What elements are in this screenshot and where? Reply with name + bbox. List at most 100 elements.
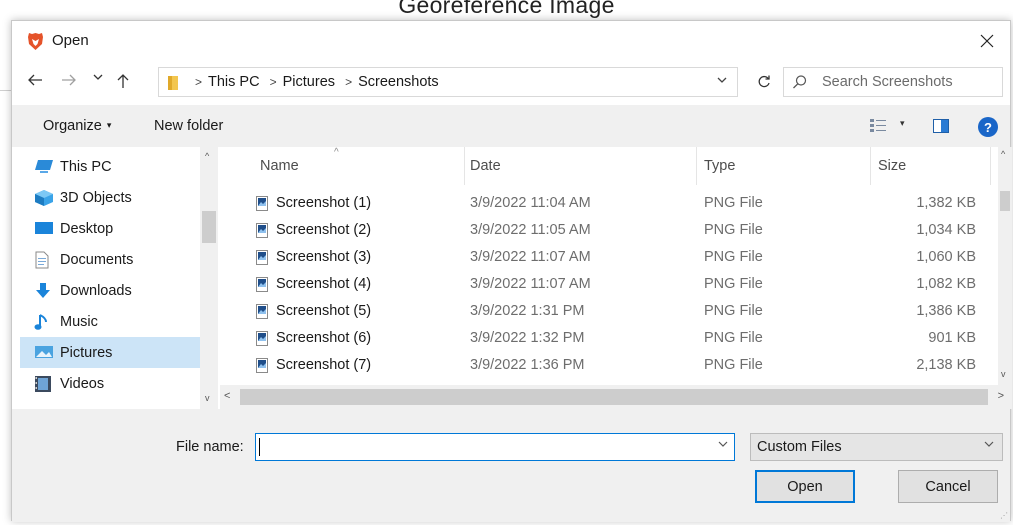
scroll-down-icon[interactable]: v — [1001, 369, 1006, 379]
help-button[interactable]: ? — [978, 117, 998, 137]
content-area: This PC 3D Objects Desktop Documents Dow… — [12, 147, 1012, 409]
breadcrumb-pictures[interactable]: Pictures — [283, 74, 335, 90]
preview-pane-button[interactable] — [933, 119, 949, 136]
breadcrumb-separator-icon: > — [269, 75, 277, 89]
scroll-right-icon[interactable]: > — [998, 390, 1004, 402]
background-page-title: Georeference Image — [398, 0, 615, 18]
file-type: PNG File — [704, 276, 763, 292]
navigation-pane-scrollbar[interactable]: ^ v — [200, 147, 218, 409]
nav-item-desktop[interactable]: Desktop — [20, 213, 200, 244]
scroll-up-icon[interactable]: ^ — [205, 151, 209, 161]
forward-button[interactable] — [58, 73, 80, 87]
nav-item-videos[interactable]: Videos — [20, 368, 200, 399]
scroll-up-icon[interactable]: ^ — [1001, 149, 1005, 159]
brave-lion-icon — [27, 32, 44, 51]
column-header-type[interactable]: Type — [704, 147, 735, 185]
cancel-button[interactable]: Cancel — [898, 470, 998, 503]
column-separator[interactable] — [870, 147, 871, 185]
png-file-icon — [256, 277, 268, 295]
scroll-thumb[interactable] — [1000, 191, 1010, 211]
scroll-thumb[interactable] — [240, 389, 988, 405]
breadcrumb-this-pc[interactable]: This PC — [208, 74, 260, 90]
file-type-select[interactable]: Custom Files — [750, 433, 1003, 461]
nav-item-3d-objects[interactable]: 3D Objects — [20, 182, 200, 213]
file-name-input[interactable] — [255, 433, 735, 461]
nav-label: Videos — [60, 375, 105, 392]
organize-button[interactable]: Organize ▾ — [43, 118, 111, 134]
file-date: 3/9/2022 1:36 PM — [470, 357, 585, 373]
scroll-left-icon[interactable]: < — [224, 390, 230, 402]
file-date: 3/9/2022 11:04 AM — [470, 195, 591, 211]
file-name: Screenshot (6) — [276, 330, 372, 346]
breadcrumb-screenshots[interactable]: Screenshots — [358, 74, 439, 90]
file-date: 3/9/2022 1:31 PM — [470, 303, 585, 319]
refresh-icon — [758, 75, 770, 88]
open-button[interactable]: Open — [755, 470, 855, 503]
documents-icon — [34, 251, 50, 272]
search-input[interactable]: Search Screenshots — [783, 67, 1003, 97]
view-dropdown-icon[interactable]: ▾ — [900, 118, 905, 129]
file-list-horizontal-scrollbar[interactable]: < > — [220, 385, 1012, 409]
videos-icon — [34, 375, 52, 396]
address-bar[interactable]: > This PC > Pictures > Screenshots — [158, 67, 738, 97]
back-button[interactable] — [24, 73, 46, 87]
recent-locations-button[interactable] — [90, 73, 106, 81]
nav-item-downloads[interactable]: Downloads — [20, 275, 200, 306]
png-file-icon — [256, 250, 268, 268]
up-button[interactable] — [112, 73, 134, 89]
column-separator[interactable] — [696, 147, 697, 185]
column-header-size[interactable]: Size — [878, 147, 906, 185]
png-file-icon — [256, 196, 268, 214]
table-row[interactable]: Screenshot (6) 3/9/2022 1:32 PM PNG File… — [220, 325, 998, 352]
file-size: 1,060 KB — [916, 249, 976, 265]
folder-icon — [167, 75, 179, 91]
new-folder-button[interactable]: New folder — [154, 118, 223, 134]
png-file-icon — [256, 358, 268, 376]
column-header-date[interactable]: Date — [470, 147, 501, 185]
file-name-dropdown-button[interactable] — [718, 439, 728, 451]
table-row[interactable]: Screenshot (3) 3/9/2022 11:07 AM PNG Fil… — [220, 244, 998, 271]
column-separator[interactable] — [464, 147, 465, 185]
file-name: Screenshot (4) — [276, 276, 372, 292]
caret-down-icon: ▾ — [106, 120, 112, 130]
refresh-button[interactable] — [746, 67, 782, 97]
downloads-icon — [34, 282, 52, 303]
nav-item-this-pc[interactable]: This PC — [20, 151, 200, 182]
table-row[interactable]: Screenshot (5) 3/9/2022 1:31 PM PNG File… — [220, 298, 998, 325]
breadcrumb-separator-icon: > — [195, 75, 203, 89]
breadcrumb-separator-icon: > — [345, 75, 353, 89]
scroll-down-icon[interactable]: v — [205, 393, 210, 403]
search-placeholder: Search Screenshots — [822, 74, 953, 90]
file-date: 3/9/2022 11:05 AM — [470, 222, 591, 238]
column-separator[interactable] — [990, 147, 991, 185]
file-date: 3/9/2022 11:07 AM — [470, 249, 591, 265]
file-size: 901 KB — [928, 330, 976, 346]
close-button[interactable] — [964, 21, 1010, 61]
nav-label: Downloads — [60, 282, 132, 299]
sort-ascending-icon: ^ — [334, 147, 339, 158]
file-list-vertical-scrollbar[interactable]: ^ v — [998, 147, 1012, 385]
file-size: 2,138 KB — [916, 357, 976, 373]
file-name: Screenshot (1) — [276, 195, 372, 211]
file-type-value: Custom Files — [757, 439, 842, 455]
table-row[interactable]: Screenshot (1) 3/9/2022 11:04 AM PNG Fil… — [220, 190, 998, 217]
png-file-icon — [256, 331, 268, 349]
view-options-button[interactable] — [869, 118, 887, 137]
address-dropdown-button[interactable] — [717, 73, 727, 87]
nav-item-documents[interactable]: Documents — [20, 244, 200, 275]
file-date: 3/9/2022 1:32 PM — [470, 330, 585, 346]
file-name: Screenshot (7) — [276, 357, 372, 373]
nav-label: 3D Objects — [60, 189, 132, 206]
file-type: PNG File — [704, 195, 763, 211]
file-name: Screenshot (3) — [276, 249, 372, 265]
table-row[interactable]: Screenshot (7) 3/9/2022 1:36 PM PNG File… — [220, 352, 998, 379]
organize-label: Organize — [43, 118, 102, 134]
table-row[interactable]: Screenshot (2) 3/9/2022 11:05 AM PNG Fil… — [220, 217, 998, 244]
resize-grip-icon[interactable]: ⋰ — [1000, 511, 1008, 520]
scroll-thumb[interactable] — [202, 211, 216, 243]
nav-item-pictures[interactable]: Pictures — [20, 337, 200, 368]
table-row[interactable]: Screenshot (4) 3/9/2022 11:07 AM PNG Fil… — [220, 271, 998, 298]
nav-item-music[interactable]: Music — [20, 306, 200, 337]
column-header-name[interactable]: Name — [260, 147, 299, 185]
close-icon — [980, 34, 994, 48]
